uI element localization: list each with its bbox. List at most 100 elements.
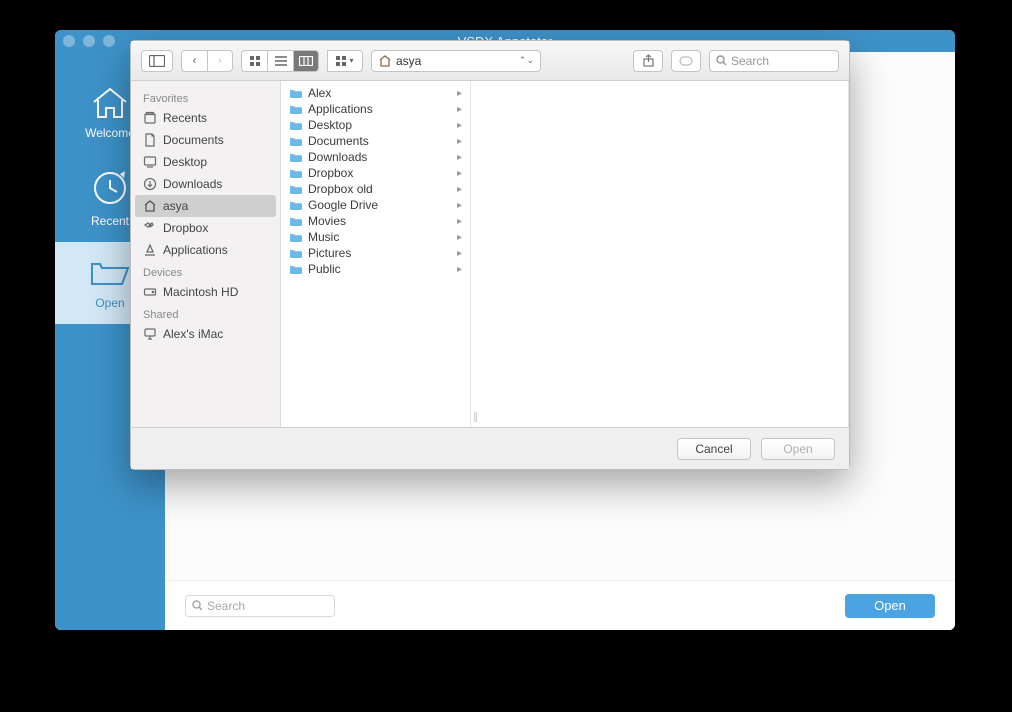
view-columns-button[interactable] xyxy=(293,50,319,72)
folder-name: Dropbox old xyxy=(308,182,373,196)
sidebar-item-label: Alex's iMac xyxy=(163,327,223,341)
folder-row[interactable]: Public ▸ xyxy=(281,261,470,277)
nav-buttons: ‹ › xyxy=(181,50,233,72)
folder-icon xyxy=(289,152,303,163)
home-icon xyxy=(143,199,157,213)
folder-icon xyxy=(289,136,303,147)
column-resize-handle[interactable]: ∥ xyxy=(471,81,481,427)
folder-row[interactable]: Documents ▸ xyxy=(281,133,470,149)
folder-icon xyxy=(289,120,303,131)
sidebar-item-downloads[interactable]: Downloads xyxy=(131,173,280,195)
sidebar-item-label: asya xyxy=(163,199,188,213)
sidebar-favorites-header: Favorites xyxy=(131,87,280,107)
group-by-button-group: ▾ xyxy=(327,50,363,72)
finder-sidebar: Favorites Recents Documents Desktop Down… xyxy=(131,81,281,427)
dialog-footer: Cancel Open xyxy=(131,427,849,469)
folder-icon xyxy=(289,216,303,227)
group-by-button[interactable]: ▾ xyxy=(327,50,363,72)
finder-body: Favorites Recents Documents Desktop Down… xyxy=(131,81,849,427)
folder-name: Alex xyxy=(308,86,331,100)
forward-button[interactable]: › xyxy=(207,50,233,72)
back-button[interactable]: ‹ xyxy=(181,50,207,72)
folder-row[interactable]: Dropbox old▸ xyxy=(281,181,470,197)
folder-row[interactable]: Movies▸ xyxy=(281,213,470,229)
folder-row[interactable]: Google Drive▸ xyxy=(281,197,470,213)
path-dropdown[interactable]: asya ⌃⌄ xyxy=(371,50,541,72)
folder-row[interactable]: Alex▸ xyxy=(281,85,470,101)
file-open-dialog: ‹ › ▾ asya ⌃⌄ xyxy=(130,40,850,470)
clock-icon xyxy=(90,168,130,208)
folder-icon xyxy=(289,264,303,275)
folder-icon xyxy=(289,232,303,243)
path-location-label: asya xyxy=(396,54,421,68)
folder-name: Dropbox xyxy=(308,166,353,180)
tag-icon xyxy=(679,56,693,66)
sidebar-item-applications[interactable]: Applications xyxy=(131,239,280,261)
tags-button[interactable] xyxy=(671,50,701,72)
folder-name: Music xyxy=(308,230,339,244)
home-icon xyxy=(378,54,392,67)
sidebar-item-label: Desktop xyxy=(163,155,207,169)
folder-row[interactable]: Pictures ▸ xyxy=(281,245,470,261)
sidebar-item-home[interactable]: asya xyxy=(135,195,276,217)
sidebar-item-recents[interactable]: Recents xyxy=(131,107,280,129)
sidebar-icon xyxy=(149,55,165,67)
desktop-icon xyxy=(143,155,157,169)
nav-open-label: Open xyxy=(95,296,124,310)
sidebar-item-macintosh-hd[interactable]: Macintosh HD xyxy=(131,281,280,303)
chevron-down-icon: ▾ xyxy=(349,56,353,65)
applications-icon xyxy=(143,243,157,257)
main-search-input[interactable]: Search xyxy=(185,595,335,617)
chevron-left-icon: ‹ xyxy=(193,55,197,67)
search-icon xyxy=(716,55,727,66)
chevron-right-icon: ▸ xyxy=(457,136,462,147)
cancel-button[interactable]: Cancel xyxy=(677,438,751,460)
folder-row[interactable]: Music ▸ xyxy=(281,229,470,245)
sidebar-item-label: Documents xyxy=(163,133,224,147)
folder-icon xyxy=(289,88,303,99)
folder-column: Alex▸Applications▸Desktop▸Documents▸Down… xyxy=(281,81,471,427)
dropbox-icon xyxy=(143,221,157,235)
imac-icon xyxy=(143,327,157,341)
folder-icon xyxy=(289,200,303,211)
chevron-right-icon: ▸ xyxy=(457,152,462,163)
folder-name: Google Drive xyxy=(308,198,378,212)
chevron-right-icon: ▸ xyxy=(457,264,462,275)
sidebar-item-label: Applications xyxy=(163,243,228,257)
folder-name: Pictures xyxy=(308,246,351,260)
house-icon xyxy=(90,86,130,120)
chevron-right-icon: ▸ xyxy=(457,248,462,259)
view-list-button[interactable] xyxy=(267,50,293,72)
folder-row[interactable]: Desktop▸ xyxy=(281,117,470,133)
list-icon xyxy=(275,56,287,66)
sidebar-item-label: Macintosh HD xyxy=(163,285,238,299)
folder-row[interactable]: Dropbox ▸ xyxy=(281,165,470,181)
downloads-icon xyxy=(143,177,157,191)
finder-search-placeholder: Search xyxy=(731,54,769,68)
sidebar-item-documents[interactable]: Documents xyxy=(131,129,280,151)
chevron-right-icon: ▸ xyxy=(457,168,462,179)
folder-icon xyxy=(289,104,303,115)
sidebar-item-desktop[interactable]: Desktop xyxy=(131,151,280,173)
share-icon xyxy=(643,54,654,67)
folder-name: Documents xyxy=(308,134,369,148)
folder-row[interactable]: Applications▸ xyxy=(281,101,470,117)
sidebar-item-shared-computer[interactable]: Alex's iMac xyxy=(131,323,280,345)
finder-toolbar: ‹ › ▾ asya ⌃⌄ xyxy=(131,41,849,81)
folder-row[interactable]: Downloads▸ xyxy=(281,149,470,165)
folder-name: Public xyxy=(308,262,341,276)
folder-icon xyxy=(289,168,303,179)
main-open-button[interactable]: Open xyxy=(845,594,935,618)
finder-search-input[interactable]: Search xyxy=(709,50,839,72)
columns-icon xyxy=(299,56,313,66)
chevron-right-icon: ▸ xyxy=(457,120,462,131)
main-search-placeholder: Search xyxy=(207,599,245,613)
open-button[interactable]: Open xyxy=(761,438,835,460)
chevron-right-icon: ▸ xyxy=(457,232,462,243)
sidebar-toggle-button[interactable] xyxy=(141,50,173,72)
folder-icon xyxy=(289,248,303,259)
sidebar-item-label: Downloads xyxy=(163,177,222,191)
view-icons-button[interactable] xyxy=(241,50,267,72)
sidebar-item-dropbox[interactable]: Dropbox xyxy=(131,217,280,239)
share-button[interactable] xyxy=(633,50,663,72)
